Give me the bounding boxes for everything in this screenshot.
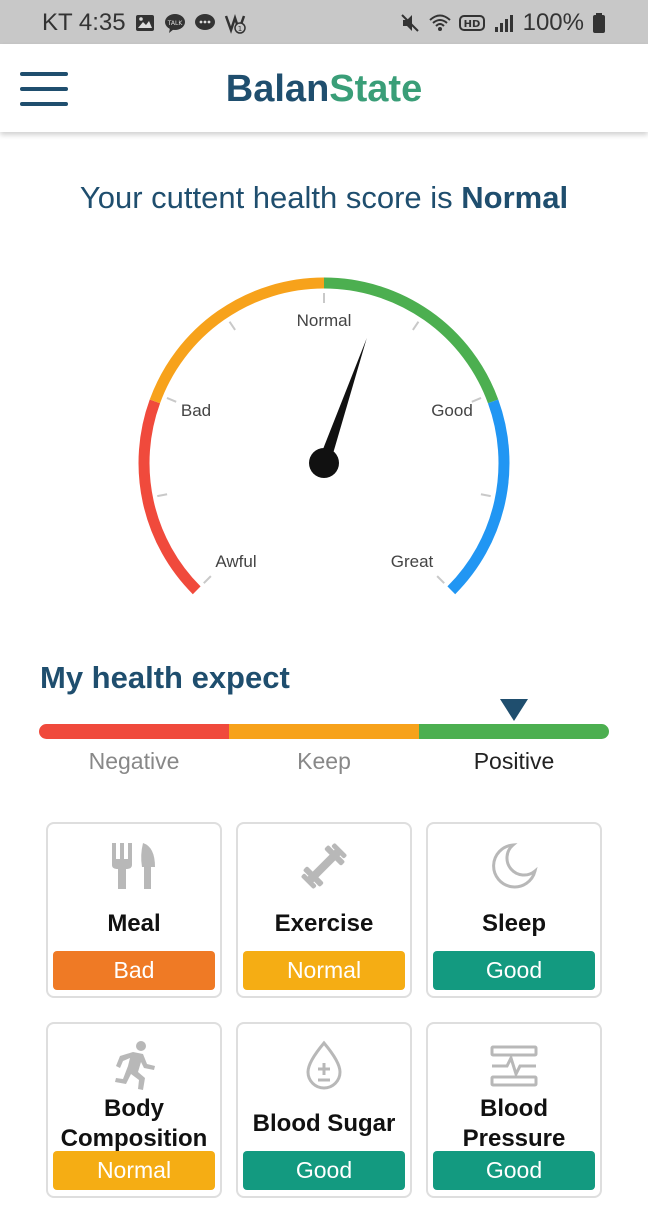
category-title-line-1: Blood [480,1095,548,1122]
running-icon [48,1038,220,1094]
gauge-needle-hub [309,448,339,478]
expect-bar-negative [39,724,229,739]
category-card-blood-pressure[interactable]: Blood Pressure Good [426,1022,602,1198]
gauge-label-good: Good [431,401,473,420]
status-badge: Bad [53,951,215,990]
category-title-line-2: Composition [60,1125,208,1152]
expect-bar-positive [419,724,609,739]
category-card-blood-sugar[interactable]: Blood Sugar Good [236,1022,412,1198]
status-bar: KT 4:35 TALK 1 HD 100% [0,0,648,44]
wifi-icon [428,14,451,31]
status-badge: Good [433,1151,595,1190]
battery-percent: 100% [522,9,584,36]
mute-icon [400,14,419,32]
health-expect-bar [39,724,609,739]
kakaotalk-icon: TALK [164,14,185,33]
expect-bar-keep [229,724,419,739]
gauge-tick [157,493,168,498]
blood-drop-icon [238,1038,410,1094]
gauge-tick [166,397,177,403]
pulse-monitor-icon [428,1038,600,1094]
expect-label-keep: Keep [297,748,351,774]
svg-text:1: 1 [237,25,241,33]
category-title: Blood Sugar [252,1110,396,1137]
expect-label-positive: Positive [473,748,555,774]
health-score-value: Normal [461,180,569,215]
category-title: Meal [107,910,161,937]
brand-part-1: Balan [225,68,330,110]
category-card-body-composition[interactable]: Body Composition Normal [46,1022,222,1198]
expect-label-negative: Negative [88,748,180,774]
category-title-line-2: Pressure [462,1125,566,1152]
status-bar-left: KT 4:35 TALK 1 [42,9,246,37]
gallery-icon [135,15,154,31]
app-bar: BalanState [0,44,648,132]
status-badge: Good [243,1151,405,1190]
status-bar-right: HD 100% [399,9,606,37]
battery-icon [593,13,605,33]
health-score-headline: Your cuttent health score is Normal [0,180,648,216]
expect-marker-icon [500,699,528,721]
gauge-label-awful: Awful [215,552,256,571]
category-title-line-1: Body [104,1095,164,1122]
moon-icon [428,838,600,894]
gauge-tick [480,493,491,498]
status-badge: Normal [243,951,405,990]
category-title: Sleep [481,910,547,937]
category-title: Exercise [274,910,374,937]
gauge-arc-bad-normal [149,277,325,404]
gauge-arc-awful-bad [138,399,201,595]
app-logo: BalanState [0,68,648,111]
dumbbell-icon [238,838,410,894]
gauge-needle [318,338,367,465]
gauge-label-great: Great [391,552,434,571]
category-card-sleep[interactable]: Sleep Good [426,822,602,998]
gauge-tick [228,321,236,331]
signal-icon [494,15,513,32]
category-card-meal[interactable]: Meal Bad [46,822,222,998]
gauge-tick [203,575,212,584]
hd-icon: HD [458,15,485,31]
status-badge: Good [433,951,595,990]
svg-text:HD: HD [463,19,480,30]
category-card-exercise[interactable]: Exercise Normal [236,822,412,998]
health-score-prefix: Your cuttent health score is [79,180,462,215]
brand-part-2: State [329,68,423,110]
status-badge: Normal [53,1151,215,1190]
gauge-label-bad: Bad [181,401,211,420]
svg-text:TALK: TALK [166,20,183,27]
gauge-tick [436,575,445,584]
carrier-time: KT 4:35 [42,9,126,36]
gauge-tick [412,321,420,331]
gauge-tick [471,397,482,403]
notification-icon: 1 [224,14,246,34]
health-expect-title: My health expect [40,660,290,695]
gauge-label-normal: Normal [297,311,352,330]
gauge-arc-good-great [447,399,510,595]
utensils-icon [48,838,220,894]
messenger-icon [194,14,215,30]
health-gauge: Awful Bad Normal Good Great [138,277,510,595]
